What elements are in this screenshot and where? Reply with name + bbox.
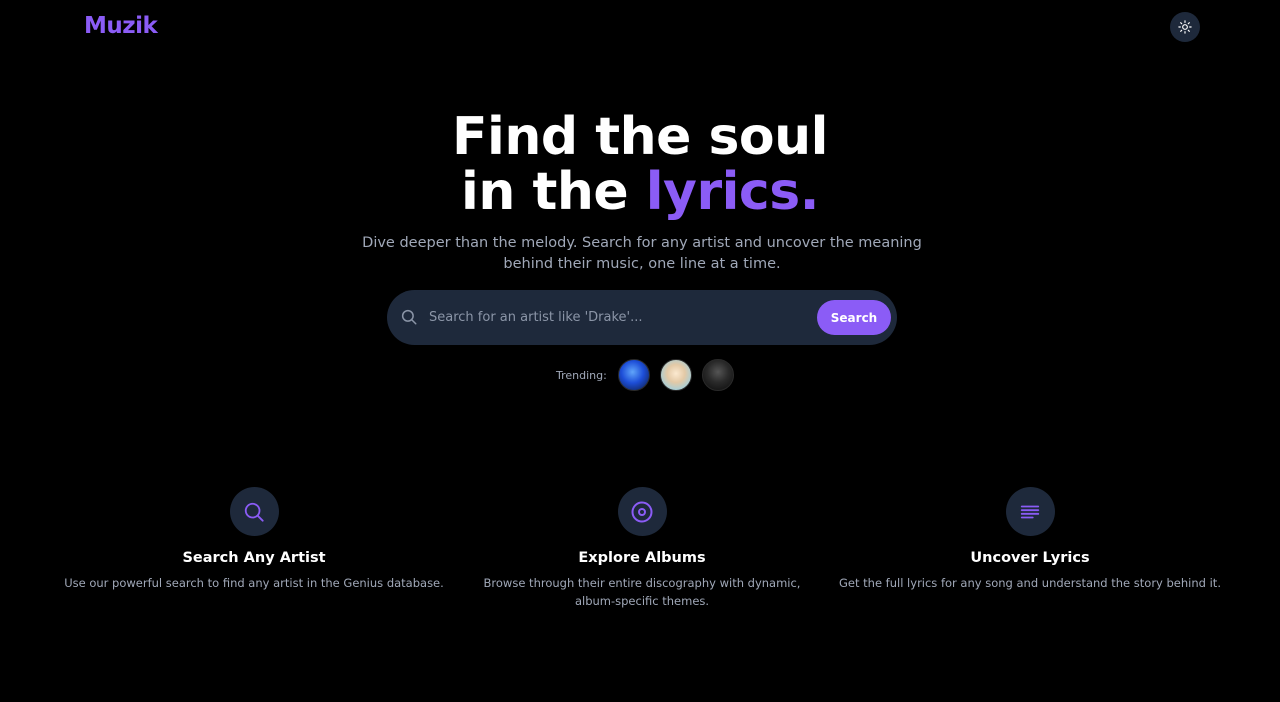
lyrics-lines-icon <box>1020 505 1040 518</box>
logo[interactable]: Muzik <box>84 13 158 39</box>
search-button[interactable]: Search <box>817 300 891 335</box>
theme-toggle-button[interactable] <box>1170 12 1200 42</box>
feature-title: Explore Albums <box>578 550 706 566</box>
search-input[interactable] <box>429 304 809 331</box>
sun-icon <box>1178 20 1192 34</box>
feature-description: Browse through their entire discography … <box>483 576 801 608</box>
trending-artist-avatar[interactable] <box>617 359 650 391</box>
feature-description: Get the full lyrics for any song and und… <box>839 576 1221 590</box>
page: Muzik Find the soul in the lyrics. Dive … <box>0 0 1280 702</box>
trending-artist-avatar[interactable] <box>701 359 734 391</box>
feature-icon-badge <box>617 487 667 536</box>
feature-icon-badge <box>1005 487 1055 536</box>
trending-label: Trending: <box>556 368 607 382</box>
search-icon <box>400 308 418 326</box>
trending-row: Trending: <box>556 359 744 391</box>
feature-search-any-artist: Search Any Artist Use our powerful searc… <box>60 487 448 592</box>
trending-artist-avatar[interactable] <box>659 359 692 391</box>
hero-title: Find the soul in the lyrics. <box>0 110 1280 220</box>
hero-title-line2-prefix: in the <box>461 162 646 222</box>
disc-icon <box>631 501 653 522</box>
hero-subtitle: Dive deeper than the melody. Search for … <box>362 235 922 272</box>
feature-uncover-lyrics: Uncover Lyrics Get the full lyrics for a… <box>838 487 1222 592</box>
feature-explore-albums: Explore Albums Browse through their enti… <box>468 487 816 610</box>
search-icon <box>244 502 264 522</box>
hero-title-line1: Find the soul <box>452 107 828 167</box>
feature-title: Search Any Artist <box>182 550 326 566</box>
feature-title: Uncover Lyrics <box>970 550 1090 566</box>
feature-icon-badge <box>229 487 279 536</box>
feature-description: Use our powerful search to find any arti… <box>64 576 444 590</box>
hero-title-accent: lyrics. <box>645 162 820 222</box>
search-bar: Search <box>387 290 897 345</box>
